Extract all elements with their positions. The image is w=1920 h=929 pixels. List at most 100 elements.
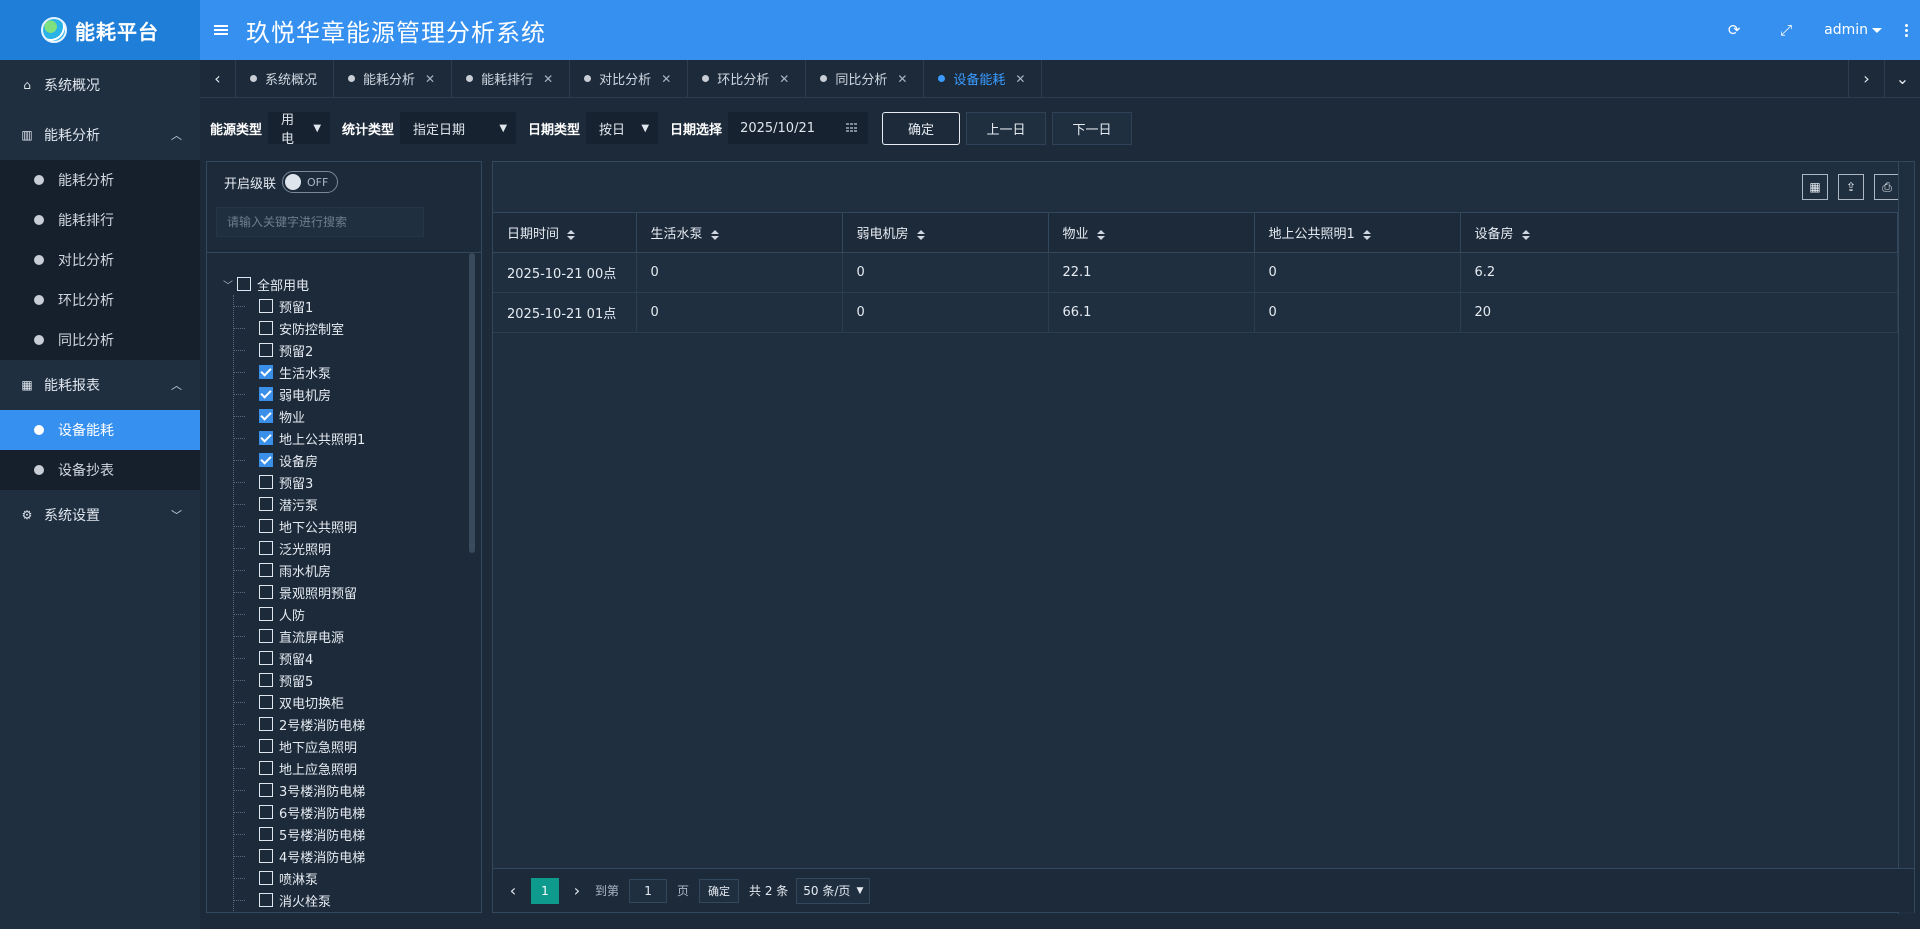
tree-node[interactable]: 地上公共照明1 xyxy=(233,427,365,449)
sort-icon[interactable] xyxy=(1096,229,1105,240)
tree-node[interactable]: 弱电机房 xyxy=(233,383,365,405)
tree-node[interactable]: 消火栓泵 xyxy=(233,889,365,911)
tree-node[interactable]: 地下公共照明 xyxy=(233,515,365,537)
tree-node[interactable]: 雨水机房 xyxy=(233,559,365,581)
prev-day-button[interactable]: 上一日 xyxy=(966,111,1047,145)
tree-node[interactable]: 3号楼消防电梯 xyxy=(233,779,365,801)
checkbox[interactable] xyxy=(259,761,273,775)
checkbox[interactable] xyxy=(259,673,273,687)
chevron-down-icon[interactable]: ﹀ xyxy=(223,277,237,292)
tree-node[interactable]: 生活水泵 xyxy=(233,361,365,383)
checkbox[interactable] xyxy=(259,805,273,819)
column-header[interactable]: 地上公共照明1 xyxy=(1254,212,1461,253)
checkbox[interactable] xyxy=(259,541,273,555)
tree-node[interactable]: 预留4 xyxy=(233,647,365,669)
tree-node[interactable]: 泛光照明 xyxy=(233,537,365,559)
checkbox[interactable] xyxy=(259,585,273,599)
sort-icon[interactable] xyxy=(1362,229,1371,240)
refresh-icon[interactable]: ⟳ xyxy=(1708,0,1760,60)
sidebar-item-comparison[interactable]: 对比分析 xyxy=(0,240,200,280)
sidebar-item-mom[interactable]: 环比分析 xyxy=(0,280,200,320)
sort-icon[interactable] xyxy=(710,229,719,240)
checkbox-checked[interactable] xyxy=(259,453,273,467)
tree-node[interactable]: 双电切换柜 xyxy=(233,691,365,713)
sidebar-group-analysis[interactable]: ▥ 能耗分析 ︿ xyxy=(0,110,200,160)
sidebar-group-overview[interactable]: ⌂ 系统概况 xyxy=(0,60,200,110)
tree-search-input[interactable] xyxy=(216,207,424,237)
close-icon[interactable]: ✕ xyxy=(897,72,907,86)
checkbox[interactable] xyxy=(259,893,273,907)
tree-node[interactable]: 人防 xyxy=(233,603,365,625)
column-header[interactable]: 生活水泵 xyxy=(636,212,843,253)
checkbox[interactable] xyxy=(259,871,273,885)
tree-node[interactable]: 5号楼消防电梯 xyxy=(233,823,365,845)
checkbox[interactable] xyxy=(259,849,273,863)
next-day-button[interactable]: 下一日 xyxy=(1052,111,1133,145)
export-icon[interactable]: ⇪ xyxy=(1838,174,1864,200)
column-header[interactable]: 弱电机房 xyxy=(842,212,1049,253)
menu-toggle-icon[interactable] xyxy=(214,25,228,35)
tree-node[interactable]: 地上应急照明 xyxy=(233,757,365,779)
tab-scroll-right-icon[interactable]: › xyxy=(1848,60,1884,97)
tree-node[interactable]: 喷淋泵 xyxy=(233,867,365,889)
tree-scrollbar[interactable] xyxy=(469,253,475,553)
next-page-icon[interactable]: › xyxy=(569,881,585,900)
column-header[interactable]: 设备房 xyxy=(1460,212,1898,253)
table-row[interactable]: 2025-10-21 01点 0 0 66.1 0 20 xyxy=(493,292,1898,333)
tree-node[interactable]: 安防控制室 xyxy=(233,317,365,339)
sidebar-item-energy-ranking[interactable]: 能耗排行 xyxy=(0,200,200,240)
sort-icon[interactable] xyxy=(567,229,576,240)
goto-page-input[interactable] xyxy=(629,878,668,903)
print-icon[interactable]: ⎙ xyxy=(1874,174,1900,200)
prev-page-icon[interactable]: ‹ xyxy=(505,881,521,900)
more-vertical-icon[interactable] xyxy=(1896,0,1916,60)
tab-energy-ranking[interactable]: 能耗排行 ✕ xyxy=(452,60,571,97)
tree-node[interactable]: 预留3 xyxy=(233,471,365,493)
energy-type-select[interactable]: 用电 ▼ xyxy=(268,112,331,147)
close-icon[interactable]: ✕ xyxy=(779,72,789,86)
tree-node[interactable]: 6号楼消防电梯 xyxy=(233,801,365,823)
tab-yoy[interactable]: 同比分析 ✕ xyxy=(806,60,925,97)
checkbox-checked[interactable] xyxy=(259,431,273,445)
sidebar-group-reports[interactable]: ▦ 能耗报表 ︿ xyxy=(0,360,200,410)
checkbox-checked[interactable] xyxy=(259,365,273,379)
tree-node[interactable]: 地下应急照明 xyxy=(233,735,365,757)
tree-node[interactable]: 2号楼消防电梯 xyxy=(233,713,365,735)
tab-comparison[interactable]: 对比分析 ✕ xyxy=(570,60,689,97)
checkbox-checked[interactable] xyxy=(259,387,273,401)
tree-scroll-area[interactable]: ﹀ 全部用电 预留1 安防控制室 预留2 生活水泵 弱电机房 物业 地上公共照明1 设备房 预留… xyxy=(207,252,481,912)
close-icon[interactable]: ✕ xyxy=(425,72,435,86)
tab-scroll-left-icon[interactable]: ‹ xyxy=(200,60,236,97)
sidebar-item-yoy[interactable]: 同比分析 xyxy=(0,320,200,360)
sidebar-item-meter-reading[interactable]: 设备抄表 xyxy=(0,450,200,490)
tab-energy-analysis[interactable]: 能耗分析 ✕ xyxy=(334,60,453,97)
fullscreen-icon[interactable]: ⤢ xyxy=(1760,0,1812,60)
close-icon[interactable]: ✕ xyxy=(661,72,671,86)
table-vertical-scrollbar[interactable] xyxy=(1898,162,1914,914)
user-menu[interactable]: admin xyxy=(1812,22,1896,38)
tab-device-energy[interactable]: 设备能耗 ✕ xyxy=(924,60,1043,97)
checkbox[interactable] xyxy=(259,321,273,335)
checkbox[interactable] xyxy=(259,739,273,753)
sort-icon[interactable] xyxy=(916,229,925,240)
stat-type-select[interactable]: 指定日期 ▼ xyxy=(400,112,517,144)
checkbox[interactable] xyxy=(259,519,273,533)
cascade-toggle[interactable]: OFF xyxy=(282,171,339,193)
checkbox[interactable] xyxy=(259,299,273,313)
sidebar-item-device-energy[interactable]: 设备能耗 xyxy=(0,410,200,450)
date-input[interactable]: 2025/10/21 xyxy=(728,112,869,144)
checkbox[interactable] xyxy=(259,651,273,665)
page-number-current[interactable]: 1 xyxy=(531,877,559,904)
close-icon[interactable]: ✕ xyxy=(1015,72,1025,86)
checkbox[interactable] xyxy=(259,695,273,709)
sort-icon[interactable] xyxy=(1521,229,1530,240)
columns-grid-icon[interactable]: ▦ xyxy=(1802,174,1828,200)
checkbox[interactable] xyxy=(259,343,273,357)
sidebar-item-energy-analysis[interactable]: 能耗分析 xyxy=(0,160,200,200)
tree-node[interactable]: 潜污泵 xyxy=(233,493,365,515)
checkbox[interactable] xyxy=(259,607,273,621)
sidebar-group-settings[interactable]: ⚙ 系统设置 ﹀ xyxy=(0,490,200,540)
table-row[interactable]: 2025-10-21 00点 0 0 22.1 0 6.2 xyxy=(493,252,1898,293)
column-header[interactable]: 日期时间 xyxy=(493,212,637,253)
tab-mom[interactable]: 环比分析 ✕ xyxy=(688,60,807,97)
